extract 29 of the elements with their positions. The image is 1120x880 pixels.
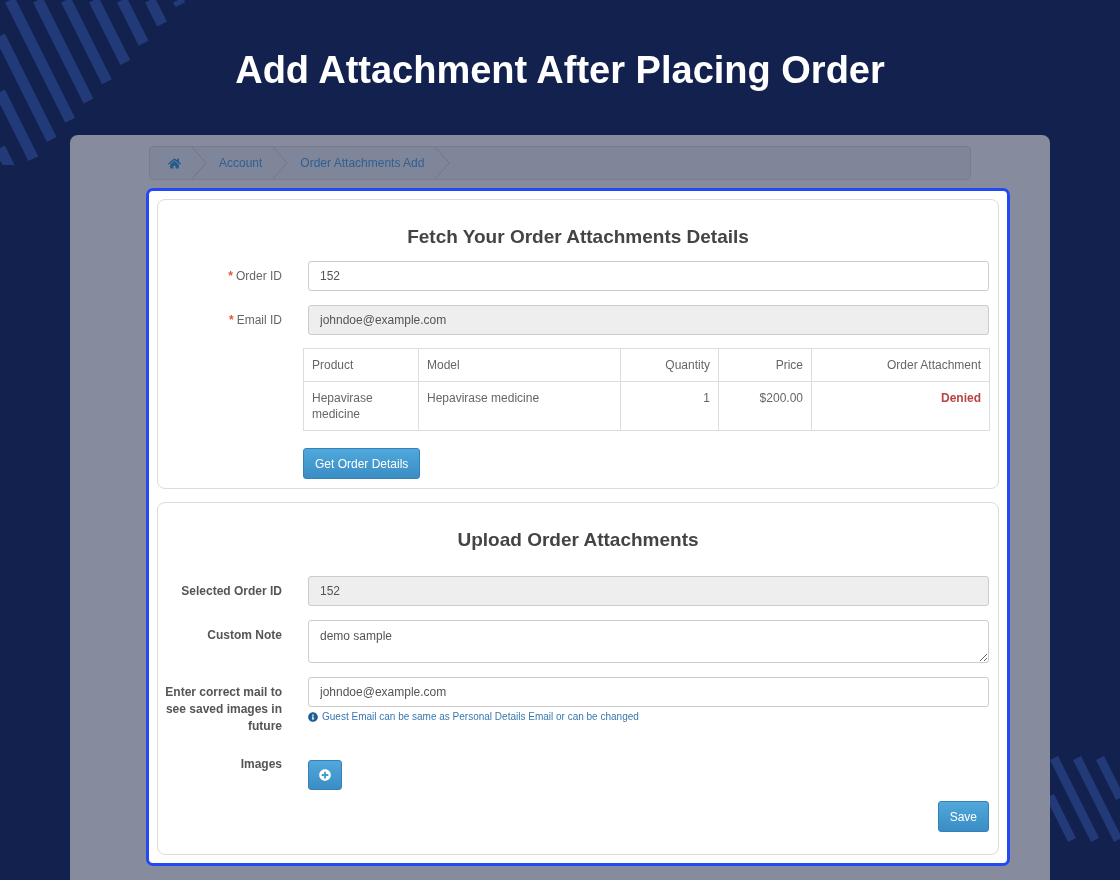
table-cell: 1: [620, 381, 719, 431]
input-field[interactable]: johndoe@example.com: [308, 677, 989, 707]
field-label: Selected Order ID: [181, 584, 282, 598]
table-header-cell: Price: [718, 348, 812, 382]
add-icon: [319, 769, 331, 781]
stripe: [173, 0, 186, 8]
section-heading: Fetch Your Order Attachments Details: [406, 225, 750, 249]
table-header-cell: Product: [303, 348, 419, 382]
table-cell: Hepavirase medicine: [418, 381, 621, 431]
table-cell: $200.00: [718, 381, 812, 431]
info-icon: [308, 712, 318, 722]
field-label: Images: [240, 757, 282, 771]
status-cell: Denied: [811, 381, 990, 431]
section-heading: Upload Order Attachments: [456, 528, 700, 552]
table-header-cell: Model: [418, 348, 621, 382]
input-field[interactable]: 152: [308, 261, 989, 291]
table-header-cell: Order Attachment: [811, 348, 990, 382]
field-label: Custom Note: [207, 628, 282, 642]
field-label: Enter correct mail to see saved images in future: [165, 685, 282, 733]
table-header-cell: Quantity: [620, 348, 719, 382]
textarea-field[interactable]: demo sample: [308, 620, 989, 663]
required-mark: *: [228, 269, 233, 283]
field-label: Email ID: [236, 313, 282, 327]
field-label: Order ID: [236, 269, 282, 283]
table-cell: Hepavirase medicine: [303, 381, 419, 431]
page-title: Add Attachment After Placing Order: [235, 48, 885, 93]
add-image-button[interactable]: [308, 760, 342, 790]
help-text: Guest Email can be same as Personal Details Email or can be changed: [322, 710, 639, 724]
required-mark: *: [229, 313, 234, 327]
